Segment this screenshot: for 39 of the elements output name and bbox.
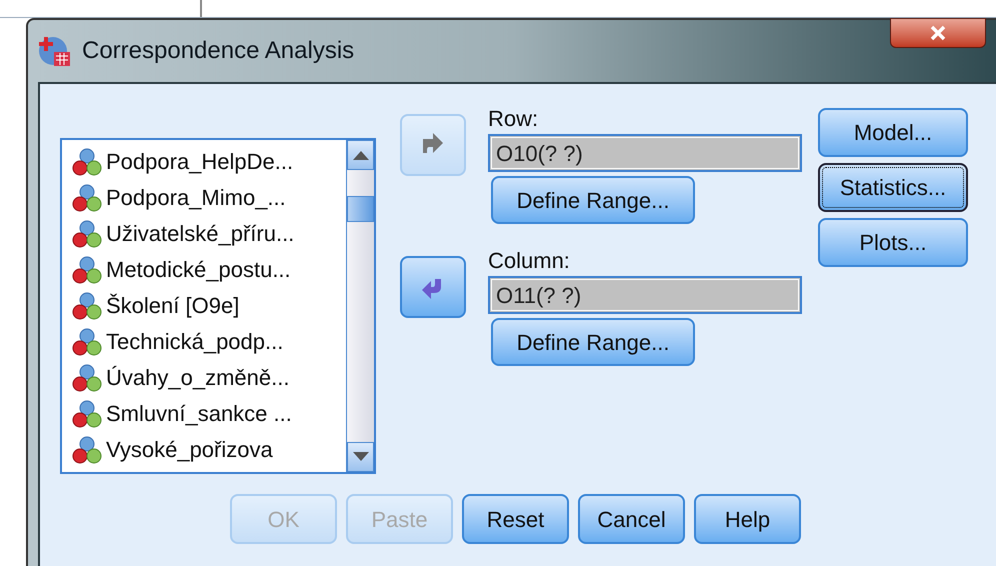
variable-icon [72,291,102,321]
target-field[interactable]: O10(? ?) [488,134,802,172]
scroll-down-icon [352,452,368,462]
variable-icon [72,327,102,357]
variable-item[interactable]: Smluvní_sankce ... [106,403,292,425]
app-icon [38,34,72,68]
variable-icon [72,435,102,465]
scroll-thumb[interactable] [347,196,374,222]
move-arrow-button[interactable] [400,256,466,318]
define-range-button[interactable]: Define Range... [491,318,695,366]
target-field[interactable]: O11(? ?) [488,276,802,314]
window-title: Correspondence Analysis [82,36,354,66]
dialog-button[interactable]: Reset [462,494,569,544]
close-button[interactable] [890,18,986,48]
side-button[interactable]: Model... [818,108,968,157]
variable-item[interactable]: Školení [O9e] [106,295,240,317]
target-label: Row: [488,105,540,133]
target-label: Column: [488,247,571,275]
variable-item[interactable]: Uživatelské_příru... [106,223,294,245]
variable-item[interactable]: Úvahy_o_změně... [106,367,290,389]
scroll-up-icon [352,150,368,160]
dialog-button[interactable]: Cancel [578,494,685,544]
variable-item[interactable]: Metodické_postu... [106,259,291,281]
variable-item[interactable]: Technická_podp... [106,331,284,353]
variable-icon [72,399,102,429]
variable-icon [72,255,102,285]
side-button[interactable]: Plots... [818,218,968,267]
close-icon [930,25,946,41]
scrollbar[interactable] [346,140,374,472]
dialog-button[interactable]: Help [694,494,801,544]
variable-item[interactable]: Vysoké_pořizova [106,439,273,461]
define-range-button[interactable]: Define Range... [491,176,695,224]
variable-item[interactable]: Podpora_Mimo_... [106,187,286,209]
side-button[interactable]: Statistics... [818,163,968,212]
variable-icon [72,183,102,213]
variable-icon [72,363,102,393]
variable-icon [72,147,102,177]
variable-item[interactable]: Podpora_HelpDe... [106,151,294,173]
variable-icon [72,219,102,249]
